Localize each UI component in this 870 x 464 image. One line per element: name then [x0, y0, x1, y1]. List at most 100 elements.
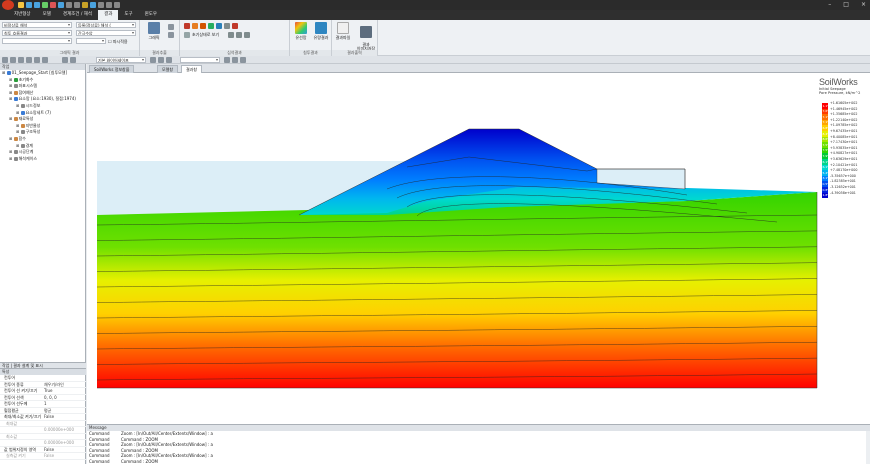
deform-icon[interactable]	[192, 23, 198, 29]
show-icon[interactable]	[166, 57, 172, 63]
menu-item[interactable]: 도구	[118, 10, 138, 20]
result-type-combo[interactable]: 침투 흐름결과	[2, 30, 72, 36]
initial-state-view-button[interactable]: 초기상태로 보기	[192, 32, 219, 38]
property-value[interactable]: 0.00000e+000	[44, 440, 86, 446]
tree-item[interactable]: ⊞ 함수	[0, 136, 85, 143]
settings-icon[interactable]	[240, 57, 246, 63]
contour-icon[interactable]	[184, 23, 190, 29]
quick-access-icon[interactable]	[90, 2, 96, 8]
legend-icon[interactable]	[232, 23, 238, 29]
isosurface-icon[interactable]	[216, 23, 222, 29]
component-combo[interactable]: 간극수압	[76, 30, 136, 36]
expand-icon[interactable]: ⊞	[9, 156, 14, 161]
expand-icon[interactable]: ⊞	[16, 110, 21, 115]
property-value[interactable]	[44, 421, 86, 427]
property-value[interactable]: True	[44, 388, 86, 394]
property-value[interactable]	[44, 434, 86, 440]
minimize-icon[interactable]: –	[828, 1, 831, 9]
expand-icon[interactable]: ⊞	[9, 149, 14, 154]
expand-icon[interactable]: ⊞	[9, 96, 14, 101]
property-value[interactable]: False	[44, 414, 86, 420]
save-image-button[interactable]: 결과 이미지저장	[354, 22, 378, 51]
expand-icon[interactable]: ⊞	[9, 83, 14, 88]
expand-icon[interactable]: ⊞	[16, 103, 21, 108]
property-value[interactable]: False	[44, 453, 86, 459]
menu-item[interactable]: 지반형상	[8, 10, 37, 20]
quick-access-icon[interactable]	[66, 2, 72, 8]
close-icon[interactable]: ×	[861, 1, 866, 9]
property-row[interactable]: 실측값 켜기 False	[0, 453, 86, 460]
expand-icon[interactable]: ⊞	[9, 136, 14, 141]
quick-access-icon[interactable]	[114, 2, 120, 8]
animation-icon[interactable]	[236, 32, 242, 38]
tree-item[interactable]: ⊞ 구조특성	[0, 129, 85, 136]
filter-combo[interactable]	[180, 57, 220, 63]
quick-access-icon[interactable]	[34, 2, 40, 8]
property-value[interactable]: 평균	[44, 408, 86, 414]
property-value[interactable]	[44, 375, 86, 381]
quick-access-icon[interactable]	[74, 2, 80, 8]
flownet-button[interactable]: 유선망	[292, 22, 310, 41]
display-mode-combo[interactable]: 기본 와이어셰이프	[96, 57, 146, 63]
document-tab[interactable]: SoilWorks 정보창을	[89, 65, 135, 73]
expand-icon[interactable]: ⊞	[9, 116, 14, 121]
zoom-icon[interactable]	[42, 57, 48, 63]
flux-result-button[interactable]: 유량결과	[311, 22, 331, 41]
tree-item[interactable]: ⊞ 좌표시스템	[0, 83, 85, 90]
quick-access-icon[interactable]	[26, 2, 32, 8]
snap-icon[interactable]	[232, 57, 238, 63]
property-value[interactable]: 1	[44, 401, 86, 407]
property-value[interactable]: 채우기/라인	[44, 382, 86, 388]
vector-icon[interactable]	[200, 23, 206, 29]
tree-item[interactable]: ⊞ 해석케이스	[0, 156, 85, 163]
analysis-case-combo[interactable]: 등록(정상류) 해석 (	[76, 22, 136, 28]
model-viewport[interactable]: SoilWorks Initial Seepage Pore Pressure,…	[87, 73, 870, 424]
quick-access-icon[interactable]	[18, 2, 24, 8]
tree-item[interactable]: ⊞ 요소망 (요소:1930), 절점:1974)	[0, 96, 85, 103]
expand-icon[interactable]: ⊞	[16, 143, 21, 148]
quick-access-icon[interactable]	[58, 2, 64, 8]
result-subtype-combo[interactable]	[2, 38, 72, 44]
quick-access-icon[interactable]	[106, 2, 112, 8]
expand-icon[interactable]: ⊞	[9, 90, 14, 95]
menu-item[interactable]: 윈도우	[139, 10, 163, 20]
hide-icon[interactable]	[158, 57, 164, 63]
undo-icon[interactable]	[2, 57, 8, 63]
document-tab[interactable]: 모델창	[157, 65, 179, 73]
expand-icon[interactable]: ⊞	[9, 77, 14, 82]
tree-item[interactable]: ⊞ 지반물성	[0, 123, 85, 130]
grid-icon[interactable]	[224, 57, 230, 63]
graphic-button[interactable]: 그래픽	[144, 22, 164, 41]
menu-item[interactable]: 경계조건 / 해석	[57, 10, 98, 20]
chart-icon[interactable]	[168, 32, 174, 38]
section-icon[interactable]	[224, 23, 230, 29]
display-icon[interactable]	[150, 57, 156, 63]
quick-access-icon[interactable]	[50, 2, 56, 8]
analysis-type-combo[interactable]: 비정상류 해석	[2, 22, 72, 28]
menu-item[interactable]: 결과	[98, 10, 119, 20]
redo-icon[interactable]	[10, 57, 16, 63]
panel-tabs[interactable]: 작업 | 결과 설계 및 표시	[0, 362, 86, 369]
app-logo-icon[interactable]	[2, 0, 14, 10]
reset-view-icon[interactable]	[184, 32, 190, 38]
step-combo[interactable]	[76, 38, 106, 44]
document-tab[interactable]: 결과창	[181, 65, 203, 73]
apply-checkbox[interactable]: ☐ 파시적용	[108, 39, 128, 45]
rotate-icon[interactable]	[34, 57, 40, 63]
tree-item[interactable]: ⊞ 시공단계	[0, 149, 85, 156]
property-value[interactable]: 0, 0, 0	[44, 395, 86, 401]
quick-access-icon[interactable]	[98, 2, 104, 8]
table-icon[interactable]	[168, 24, 174, 30]
property-value[interactable]: 0.00000e+000	[44, 427, 86, 433]
quick-access-icon[interactable]	[42, 2, 48, 8]
quick-access-icon[interactable]	[82, 2, 88, 8]
mesh-icon[interactable]	[208, 23, 214, 29]
expand-icon[interactable]: ⊞	[16, 129, 21, 134]
menu-item[interactable]: 모델	[37, 10, 57, 20]
expand-icon[interactable]: ⊞	[2, 70, 7, 75]
view-top-icon[interactable]	[70, 57, 76, 63]
pan-icon[interactable]	[26, 57, 32, 63]
select-icon[interactable]	[18, 57, 24, 63]
maximize-icon[interactable]: □	[843, 1, 849, 9]
export-icon[interactable]	[244, 32, 250, 38]
